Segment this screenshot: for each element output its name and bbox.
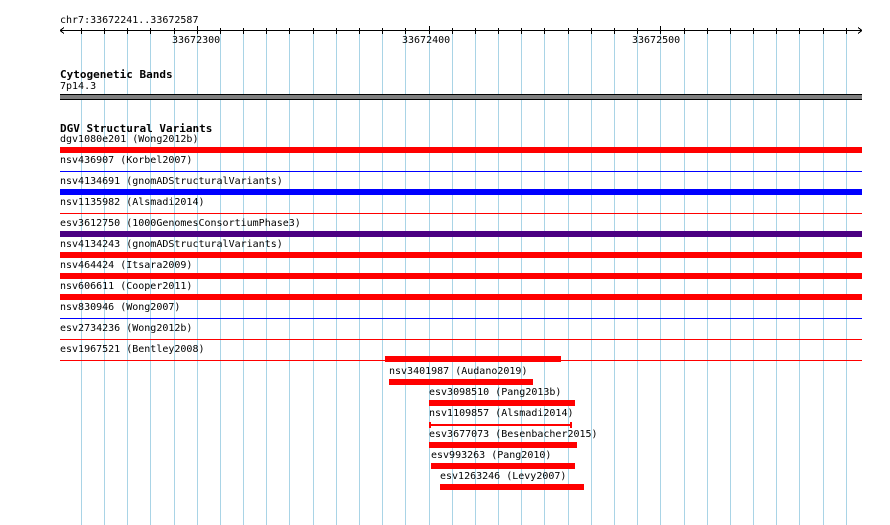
variant-line[interactable]	[60, 213, 862, 214]
variant-label: nsv830946 (Wong2007)	[60, 302, 181, 313]
variant-label: nsv1135982 (Alsmadi2014)	[60, 197, 205, 208]
variant-bar[interactable]	[60, 147, 862, 153]
variant-bar[interactable]	[440, 484, 584, 490]
variant-bar[interactable]	[385, 356, 561, 362]
track-title: Cytogenetic Bands	[60, 68, 173, 81]
variant-interval-cap[interactable]	[429, 422, 431, 428]
variant-label: esv1967521 (Bentley2008)	[60, 344, 205, 355]
variant-label: nsv3401987 (Audano2019)	[389, 366, 528, 377]
variant-bar[interactable]	[60, 252, 862, 258]
variant-label: esv993263 (Pang2010)	[431, 450, 552, 461]
variant-line[interactable]	[60, 318, 862, 319]
variant-bar[interactable]	[431, 463, 575, 469]
ruler-tick-label: 33672500	[632, 35, 681, 46]
variant-line[interactable]	[60, 171, 862, 172]
variant-interval-cap[interactable]	[570, 422, 572, 428]
variant-label: esv3098510 (Pang2013b)	[429, 387, 562, 398]
variant-bar[interactable]	[60, 231, 862, 237]
variant-bar[interactable]	[429, 400, 575, 406]
variant-label: dgv1080e201 (Wong2012b)	[60, 134, 199, 145]
variant-bar[interactable]	[60, 273, 862, 279]
variant-line[interactable]	[60, 339, 862, 340]
ruler-tick-label: 33672400	[402, 35, 451, 46]
ruler-tick-label: 33672300	[172, 35, 221, 46]
band-label: 7p14.3	[60, 81, 97, 92]
variant-label: esv2734236 (Wong2012b)	[60, 323, 193, 334]
variant-label: nsv1109857 (Alsmadi2014)	[429, 408, 574, 419]
location-label: chr7:33672241..33672587	[60, 15, 199, 26]
variant-bar[interactable]	[389, 379, 533, 385]
variant-label: nsv436907 (Korbel2007)	[60, 155, 193, 166]
variant-bar[interactable]	[60, 189, 862, 195]
variant-interval-line[interactable]	[429, 424, 572, 426]
variant-label: nsv4134243 (gnomADStructuralVariants)	[60, 239, 283, 250]
variant-label: esv1263246 (Levy2007)	[440, 471, 567, 482]
cytoband-bar[interactable]	[60, 94, 862, 100]
variant-label: esv3677073 (Besenbacher2015)	[429, 429, 598, 440]
variant-label: nsv464424 (Itsara2009)	[60, 260, 193, 271]
variant-label: nsv4134691 (gnomADStructuralVariants)	[60, 176, 283, 187]
variant-label: esv3612750 (1000GenomesConsortiumPhase3)	[60, 218, 301, 229]
variant-bar[interactable]	[429, 442, 577, 448]
variant-label: nsv606611 (Cooper2011)	[60, 281, 193, 292]
variant-bar[interactable]	[60, 294, 862, 300]
